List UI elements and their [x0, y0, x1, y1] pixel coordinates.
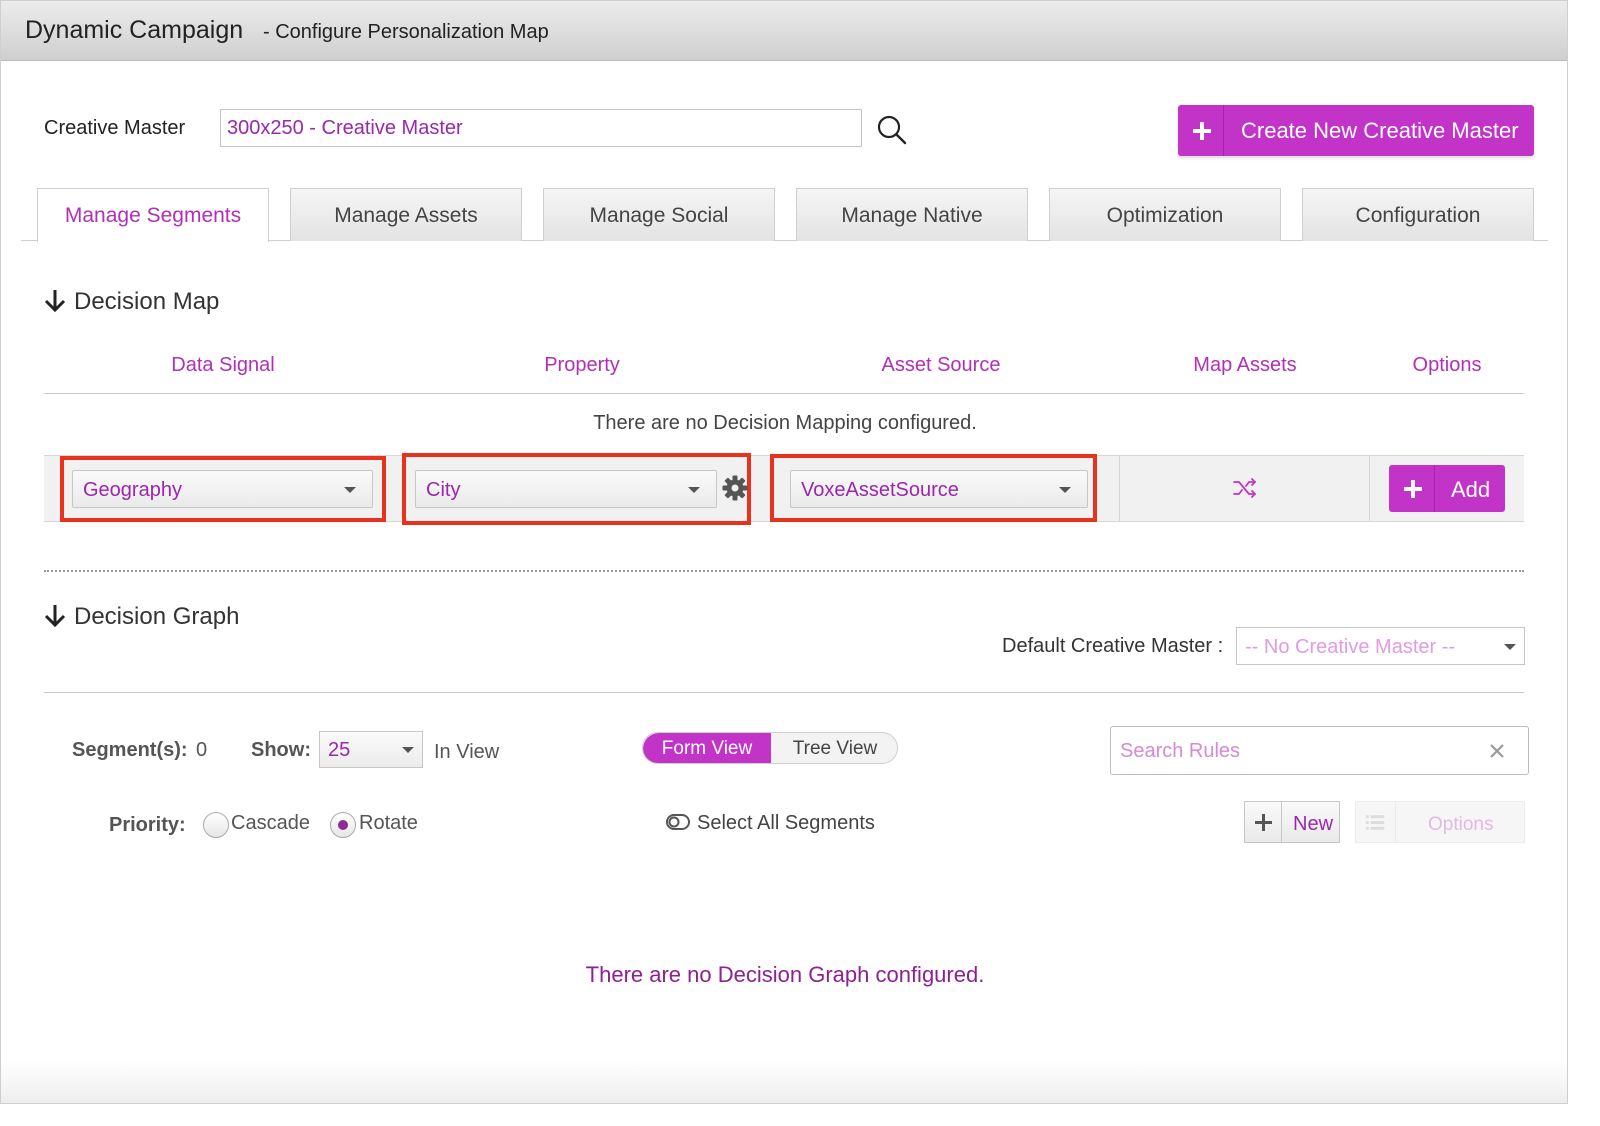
caret-down-icon [1059, 487, 1071, 493]
segments-count: 0 [196, 739, 208, 761]
column-options: Options [1412, 354, 1482, 376]
plus-icon [1389, 465, 1435, 512]
select-all-segments-label[interactable]: Select All Segments [697, 812, 875, 835]
column-asset-source: Asset Source [881, 354, 1001, 376]
default-creative-master-label: Default Creative Master : [1002, 635, 1224, 657]
tab-manage-assets[interactable]: Manage Assets [290, 188, 522, 241]
creative-master-label: Creative Master [44, 117, 186, 139]
decision-map-header[interactable]: Decision Map [44, 288, 219, 316]
data-signal-value: Geography [83, 479, 182, 501]
add-mapping-button[interactable]: Add [1389, 465, 1505, 512]
plus-icon [1245, 802, 1282, 842]
data-signal-select[interactable]: Geography [72, 470, 373, 508]
creative-master-field[interactable]: 300x250 - Creative Master [220, 109, 862, 147]
decision-map-title: Decision Map [74, 288, 220, 315]
search-icon[interactable] [876, 114, 908, 146]
page-size-value: 25 [328, 739, 351, 761]
segments-label: Segment(s): [72, 739, 188, 761]
column-property: Property [544, 354, 620, 376]
tab-manage-native[interactable]: Manage Native [796, 188, 1028, 241]
gear-icon[interactable] [721, 474, 749, 502]
caret-down-icon [402, 747, 414, 753]
caret-down-icon [344, 487, 356, 493]
default-creative-master-select[interactable]: -- No Creative Master -- [1236, 627, 1525, 665]
cascade-radio[interactable] [203, 812, 229, 838]
decision-graph-title: Decision Graph [74, 603, 240, 630]
property-value: City [426, 479, 461, 501]
search-rules-input[interactable]: Search Rules [1110, 726, 1529, 775]
caret-down-icon [688, 487, 700, 493]
view-toggle: Form View Tree View [642, 732, 898, 764]
cell-divider [1369, 455, 1370, 522]
form-view-toggle[interactable]: Form View [643, 733, 771, 763]
new-button-label: New [1293, 813, 1334, 835]
plus-icon [1178, 105, 1224, 156]
title-bar: Dynamic Campaign - Configure Personaliza… [1, 1, 1567, 61]
priority-label: Priority: [109, 814, 186, 836]
app-title: Dynamic Campaign [25, 16, 244, 44]
arrow-down-icon [44, 605, 66, 627]
asset-source-select[interactable]: VoxeAssetSource [790, 470, 1088, 508]
shuffle-icon[interactable] [1232, 476, 1258, 500]
rotate-label: Rotate [359, 812, 418, 834]
no-mapping-message: There are no Decision Mapping configured… [593, 412, 977, 434]
section-divider [44, 570, 1524, 572]
app-window: Dynamic Campaign - Configure Personaliza… [0, 0, 1568, 1104]
new-segment-button[interactable]: New [1244, 801, 1340, 843]
caret-down-icon [1504, 644, 1516, 650]
header-divider [44, 393, 1524, 394]
toggle-icon[interactable] [666, 814, 690, 830]
column-data-signal: Data Signal [171, 354, 275, 376]
in-view-label: In View [434, 741, 500, 763]
column-map-assets: Map Assets [1193, 354, 1297, 376]
cell-divider [1119, 455, 1120, 522]
footer-shade [1, 1061, 1567, 1103]
create-button-label: Create New Creative Master [1241, 118, 1519, 143]
show-label: Show: [251, 739, 311, 761]
close-icon[interactable] [1488, 742, 1506, 760]
property-select[interactable]: City [415, 470, 717, 508]
options-button-label: Options [1428, 814, 1494, 835]
default-creative-master-value: -- No Creative Master -- [1245, 636, 1456, 658]
tab-optimization[interactable]: Optimization [1049, 188, 1281, 241]
rotate-radio[interactable] [330, 812, 356, 838]
create-new-creative-master-button[interactable]: Create New Creative Master [1178, 105, 1534, 156]
tab-manage-segments[interactable]: Manage Segments [37, 188, 269, 242]
page-size-select[interactable]: 25 [319, 731, 423, 768]
list-icon [1365, 802, 1396, 842]
page-subtitle: - Configure Personalization Map [263, 21, 549, 43]
no-graph-message: There are no Decision Graph configured. [585, 962, 985, 987]
decision-graph-header[interactable]: Decision Graph [44, 603, 239, 631]
arrow-down-icon [44, 290, 66, 312]
tree-view-toggle[interactable]: Tree View [771, 733, 897, 763]
cascade-label: Cascade [231, 812, 310, 834]
asset-source-value: VoxeAssetSource [801, 479, 959, 501]
add-button-label: Add [1451, 477, 1491, 502]
graph-divider [44, 692, 1524, 693]
options-button[interactable]: Options [1355, 801, 1525, 843]
tab-manage-social[interactable]: Manage Social [543, 188, 775, 241]
tab-configuration[interactable]: Configuration [1302, 188, 1534, 241]
